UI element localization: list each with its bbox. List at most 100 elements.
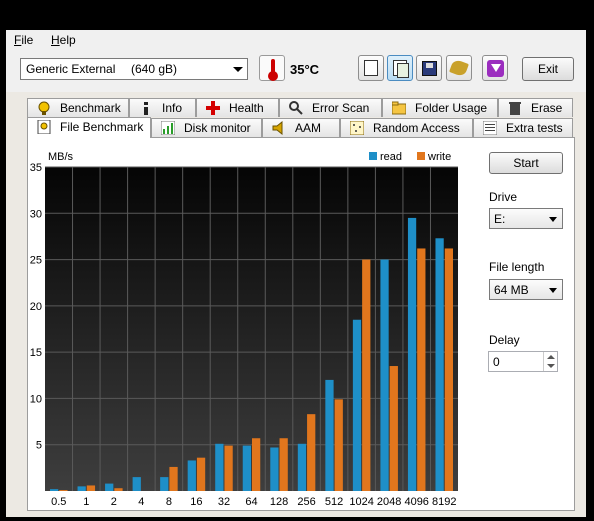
read-bar [435, 238, 444, 491]
drive-letter-select[interactable]: E: [489, 208, 563, 229]
chevron-down-icon [549, 217, 557, 222]
tab-aam[interactable]: AAM [262, 118, 340, 137]
tab-file-benchmark[interactable]: File Benchmark [27, 117, 151, 138]
speaker-icon [272, 121, 283, 135]
write-bar [169, 466, 178, 491]
read-bar [77, 486, 86, 491]
x-tick-label: 8192 [432, 496, 456, 508]
random-access-icon [350, 121, 364, 135]
y-tick-label: 15 [30, 347, 42, 359]
write-bar [334, 399, 343, 491]
delay-spinner[interactable]: 0 [488, 351, 558, 372]
write-bar [307, 414, 316, 491]
read-bar [380, 259, 389, 491]
bar-chart-icon [161, 121, 175, 135]
write-bar [59, 490, 68, 491]
menu-help[interactable]: Help [51, 33, 76, 47]
options-button[interactable] [446, 55, 472, 81]
read-bar [407, 217, 417, 491]
read-bar [325, 379, 334, 491]
read-bar [270, 447, 279, 491]
x-tick-label: 0.5 [51, 496, 66, 508]
read-legend-label: read [380, 151, 402, 163]
benchmark-icon [38, 101, 50, 115]
chevron-down-icon [549, 288, 557, 293]
y-tick-label: 5 [36, 440, 42, 452]
write-bar [86, 485, 96, 491]
trash-icon [509, 102, 521, 115]
copy-text-button[interactable] [358, 55, 384, 81]
tab-disk-monitor[interactable]: Disk monitor [151, 118, 262, 137]
health-cross-icon [206, 101, 220, 115]
tab-info[interactable]: Info [129, 98, 196, 117]
x-tick-label: 64 [245, 496, 257, 508]
drive-selector[interactable]: Generic External (640 gB) [20, 58, 248, 80]
write-bar [389, 366, 398, 491]
read-bar [160, 477, 169, 491]
tab-health[interactable]: Health [196, 98, 279, 117]
chevron-down-icon [233, 67, 243, 72]
x-tick-label: 8 [166, 496, 172, 508]
write-bar [224, 445, 233, 491]
download-icon [487, 60, 504, 77]
options-icon [449, 58, 469, 78]
read-bar [242, 445, 251, 491]
menu-file[interactable]: File [14, 33, 33, 47]
start-button[interactable]: Start [489, 152, 563, 174]
y-tick-label: 25 [30, 255, 42, 267]
write-bar [279, 438, 288, 491]
spinner-arrows-icon[interactable] [543, 352, 557, 371]
write-bar [114, 488, 123, 491]
write-bar [196, 457, 206, 491]
x-tick-label: 2 [111, 496, 117, 508]
read-bar [105, 483, 114, 491]
x-tick-label: 16 [190, 496, 202, 508]
write-bar [444, 248, 453, 491]
write-legend-label: write [427, 151, 451, 163]
thermometer-icon[interactable] [259, 55, 285, 81]
tab-error-scan[interactable]: Error Scan [279, 98, 382, 117]
temperature-readout: 35°C [290, 62, 320, 77]
x-tick-label: 32 [218, 496, 230, 508]
y-tick-label: 20 [30, 301, 42, 313]
tab-random-access[interactable]: Random Access [340, 118, 473, 137]
read-bar [50, 489, 59, 491]
x-tick-label: 512 [325, 496, 343, 508]
file-benchmark-icon [37, 120, 51, 134]
tab-extra-tests[interactable]: Extra tests [473, 118, 573, 137]
copy-screenshot-button[interactable] [387, 55, 413, 81]
save-button[interactable] [416, 55, 442, 81]
read-bar [297, 443, 307, 491]
menu-bar: File Help [6, 30, 586, 50]
tab-benchmark[interactable]: Benchmark [27, 98, 129, 117]
download-button[interactable] [482, 55, 508, 81]
folder-icon [392, 101, 406, 115]
file-length-label: File length [489, 260, 545, 274]
extra-tests-icon [483, 121, 497, 135]
toolbar: Generic External (640 gB) 35°C Exit [6, 50, 586, 92]
y-axis-label: MB/s [48, 151, 74, 163]
read-bar [352, 319, 362, 491]
x-tick-label: 1 [83, 496, 89, 508]
x-tick-label: 4096 [404, 496, 428, 508]
x-tick-label: 4 [138, 496, 144, 508]
read-bar [187, 460, 196, 491]
write-legend-swatch [417, 152, 425, 160]
x-tick-label: 1024 [349, 496, 373, 508]
drive-size: (640 gB) [131, 62, 178, 76]
read-legend-swatch [369, 152, 377, 160]
exit-button[interactable]: Exit [522, 57, 574, 81]
y-tick-label: 30 [30, 208, 42, 220]
tab-folder-usage[interactable]: Folder Usage [382, 98, 498, 117]
tab-erase[interactable]: Erase [498, 98, 573, 117]
x-tick-label: 256 [297, 496, 315, 508]
magnifier-icon [289, 101, 303, 115]
file-length-select[interactable]: 64 MB [489, 279, 563, 300]
read-bar [215, 443, 224, 491]
write-bar [417, 248, 426, 491]
read-bar [132, 477, 141, 491]
copy-text-icon [364, 60, 378, 76]
drive-name: Generic External [26, 62, 116, 76]
write-bar [362, 259, 371, 491]
write-bar [252, 438, 261, 491]
